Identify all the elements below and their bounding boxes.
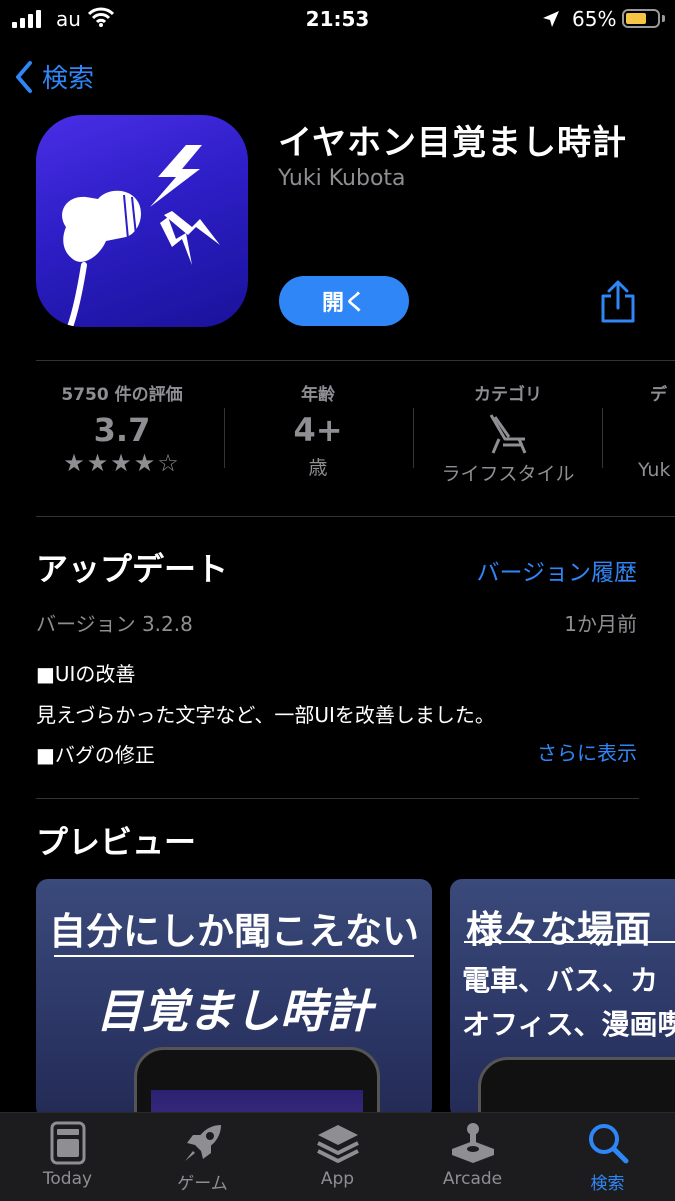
today-icon (50, 1121, 85, 1165)
preview-heading: プレビュー (36, 823, 197, 861)
share-button[interactable] (598, 280, 638, 328)
back-label: 検索 (42, 64, 95, 94)
category-name: ライフスタイル (441, 463, 575, 485)
divider (464, 941, 675, 943)
tab-label: 検索 (590, 1174, 625, 1194)
preview-caption: 電車、バス、カ (462, 964, 659, 997)
divider (224, 408, 225, 468)
screenshot-preview[interactable]: 様々な場面 電車、バス、カ オフィス、漫画喫 (450, 879, 675, 1119)
release-note-line: ■UIの改善 (36, 662, 136, 686)
version-label: バージョン 3.2.8 (36, 612, 193, 636)
category-info[interactable]: カテゴリ ライフスタイル (420, 380, 596, 500)
tab-arcade[interactable]: Arcade (405, 1121, 540, 1189)
tab-label: App (320, 1169, 355, 1189)
divider (602, 408, 603, 468)
tab-apps[interactable]: App (270, 1121, 405, 1189)
battery-percent: 65% (572, 7, 617, 31)
age-value: 4+ (293, 411, 343, 449)
open-button[interactable]: 開く (279, 276, 409, 326)
version-history-link[interactable]: バージョン履歴 (476, 553, 637, 587)
share-icon (601, 280, 635, 323)
divider (54, 955, 414, 957)
layers-icon (316, 1125, 359, 1163)
tab-label: ゲーム (177, 1174, 228, 1194)
joystick-icon (451, 1123, 494, 1163)
rating-stars: ★★★★☆ (63, 449, 181, 477)
developer-info-label: デ (650, 385, 667, 405)
tab-label: Arcade (442, 1169, 503, 1189)
location-arrow-icon (541, 9, 561, 33)
ratings-count: 5750 件の評価 (61, 385, 183, 405)
ratings-summary[interactable]: 5750 件の評価 3.7 ★★★★☆ (36, 380, 208, 500)
age-unit: 歳 (308, 457, 328, 479)
tab-bar: Today ゲーム App Arcade 検索 (0, 1112, 675, 1201)
screenshot-preview[interactable]: 自分にしか聞こえない 目覚まし時計 (36, 879, 432, 1119)
rocket-icon (184, 1125, 221, 1161)
tab-search[interactable]: 検索 (540, 1121, 675, 1194)
developer-info[interactable]: デ Yuk (610, 380, 675, 500)
update-heading: アップデート (36, 550, 229, 588)
phone-mockup (134, 1047, 380, 1119)
rating-value: 3.7 (93, 411, 151, 449)
preview-caption: 目覚まし時計 (96, 984, 372, 1038)
tab-games[interactable]: ゲーム (135, 1121, 270, 1194)
earphone-icon (62, 145, 220, 327)
tab-label: Today (42, 1169, 93, 1189)
tab-today[interactable]: Today (0, 1121, 135, 1189)
divider (413, 408, 414, 468)
divider (36, 798, 639, 799)
preview-caption: 様々な場面 (466, 908, 651, 951)
beach-chair-icon (420, 411, 596, 455)
status-bar: au 21:53 65% (0, 0, 675, 40)
more-link[interactable]: さらに表示 (537, 737, 637, 766)
divider (36, 516, 675, 517)
battery-terminal (662, 15, 665, 22)
release-note-line: ■バグの修正 (36, 743, 155, 767)
back-button[interactable]: 検索 (14, 58, 94, 95)
divider (36, 360, 675, 361)
preview-caption: オフィス、漫画喫 (462, 1008, 675, 1041)
release-note-line: 見えづらかった文字など、一部UIを改善しました。 (36, 703, 495, 727)
chevron-left-icon (16, 60, 32, 93)
developer-info-name: Yuk (638, 459, 671, 481)
app-title: イヤホン目覚まし時計 (278, 123, 627, 163)
preview-caption: 自分にしか聞こえない (49, 910, 419, 953)
age-rating: 年齢 4+ 歳 (232, 380, 404, 500)
phone-mockup (478, 1057, 675, 1119)
app-icon (36, 115, 248, 327)
battery-icon (622, 9, 660, 28)
search-icon (588, 1124, 628, 1164)
category-label: カテゴリ (474, 385, 542, 405)
age-label: 年齢 (301, 385, 335, 405)
update-date: 1か月前 (564, 612, 637, 636)
developer-link[interactable]: Yuki Kubota (278, 166, 406, 191)
